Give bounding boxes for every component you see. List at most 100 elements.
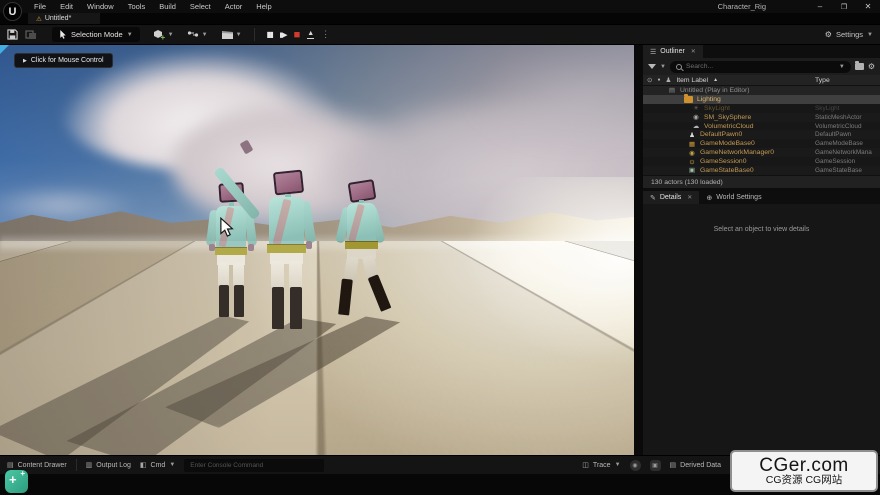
add-cube-icon: + [153, 29, 165, 41]
outliner-row[interactable]: Untitled (Play in Editor) [643, 86, 880, 95]
outliner-panel: ☰ Outliner ✕ ▼ ▼ ⚙ ⊙ ● ♟ It [643, 45, 880, 188]
play-control-icon[interactable] [321, 29, 330, 40]
belt [215, 247, 247, 255]
menu-item[interactable]: Tools [128, 2, 146, 11]
close-icon[interactable]: ✕ [687, 194, 692, 201]
outliner-row[interactable]: SkyLight SkyLight [643, 103, 880, 113]
window-controls [808, 2, 880, 11]
unreal-editor-window: U File Edit Window Tools Build Select Actor Hel… [0, 0, 880, 495]
window-control-icon[interactable] [832, 2, 856, 11]
character-walking[interactable] [332, 179, 398, 325]
close-icon[interactable]: ✕ [691, 48, 696, 55]
boot [367, 274, 392, 312]
selection-mode-dropdown[interactable]: Selection Mode ▼ [52, 27, 140, 42]
cinematics-dropdown[interactable]: ▼ [221, 30, 242, 40]
trace-dropdown[interactable]: ◫ Trace ▼ [582, 461, 620, 470]
search-input[interactable] [685, 63, 835, 70]
actor-type: DefaultPawn [815, 131, 852, 139]
actor-label: SM_SkySphere [704, 113, 752, 121]
warning-icon: ⚠ [36, 15, 42, 23]
blueprints-dropdown[interactable]: ▼ [187, 30, 208, 40]
watermark-subtitle: CG资源 CG网站 [765, 474, 843, 487]
cmd-dropdown[interactable]: ◧ Cmd ▼ [140, 461, 176, 470]
menu-item[interactable]: Window [87, 2, 114, 11]
search-icon [675, 63, 682, 70]
snapshot-icon[interactable]: ▣ [649, 459, 661, 471]
menu-item[interactable]: Select [190, 2, 211, 11]
play-control-icon[interactable] [294, 29, 301, 41]
type-column[interactable]: Type [815, 77, 830, 84]
outliner-search-box[interactable]: ▼ [669, 60, 851, 73]
outliner-row[interactable]: Lighting [643, 93, 880, 104]
tab-world-settings[interactable]: ⊕ World Settings [699, 191, 768, 204]
mouse-control-button[interactable]: ▶ Click for Mouse Control [14, 53, 113, 68]
outliner-rows: Untitled (Play in Editor) Lighting SkyLi… [643, 86, 880, 175]
actor-type: GameNetworkMana [815, 149, 872, 157]
outliner-row[interactable]: DefaultPawn0 DefaultPawn [643, 130, 880, 140]
outliner-row[interactable]: GameModeBase0 GameModeBase [643, 139, 880, 149]
console-command-input[interactable] [184, 458, 325, 472]
window-control-icon[interactable] [856, 2, 880, 11]
chevron-down-icon: ▼ [169, 462, 176, 468]
details-empty-state: Select an object to view details [643, 204, 880, 233]
output-log-icon: ▥ [85, 462, 93, 469]
leg [289, 261, 302, 289]
character-waving[interactable] [213, 139, 326, 331]
insights-icon[interactable]: ◉ [629, 459, 641, 471]
save-button[interactable] [7, 29, 18, 40]
actor-type-icon [691, 113, 701, 121]
play-control-icon[interactable] [279, 31, 286, 39]
chevron-down-icon[interactable]: ▼ [839, 64, 845, 70]
actor-type-icon [687, 158, 697, 166]
outliner-row[interactable]: SM_SkySphere StaticMeshActor [643, 112, 880, 122]
content-drawer-button[interactable]: ▤ Content Drawer [7, 461, 67, 470]
item-label-column[interactable]: Item Label [676, 77, 708, 84]
mouse-cursor [219, 216, 235, 244]
outliner-row[interactable]: GameStateBase0 GameStateBase [643, 166, 880, 175]
outliner-row[interactable]: VolumetricCloud VolumetricCloud [643, 121, 880, 131]
derived-data-button[interactable]: ▤ Derived Data [670, 461, 721, 470]
outliner-tab-bar: ☰ Outliner ✕ [643, 45, 880, 58]
visibility-eye-icon[interactable]: ⊙ [647, 76, 652, 84]
menu-item[interactable]: Actor [225, 2, 243, 11]
window-control-icon[interactable] [808, 2, 832, 11]
actor-type: GameModeBase [815, 140, 863, 148]
actor-label: GameModeBase0 [700, 140, 755, 148]
menu-item[interactable]: Build [159, 2, 176, 11]
play-control-icon[interactable] [307, 30, 314, 39]
globe-icon: ⊕ [706, 194, 713, 202]
pin-icon[interactable]: ● [657, 77, 660, 83]
selection-mode-label: Selection Mode [71, 30, 123, 39]
leg [218, 263, 229, 287]
actor-label: DefaultPawn0 [700, 131, 743, 139]
level-tab[interactable]: ⚠ Untitled* [28, 13, 100, 24]
play-control-icon[interactable] [267, 30, 273, 39]
menu-item[interactable]: File [34, 2, 46, 11]
outliner-row[interactable]: GameSession0 GameSession [643, 157, 880, 167]
outliner-row[interactable]: GameNetworkManager0 GameNetworkMana [643, 148, 880, 158]
watermark: CGer.com CG资源 CG网站 [730, 450, 878, 492]
tab-details[interactable]: ✎ Details ✕ [643, 191, 700, 204]
menu-item[interactable]: Edit [60, 2, 73, 11]
level-viewport[interactable]: ▶ Click for Mouse Control [0, 45, 634, 455]
actor-type: SkyLight [815, 104, 840, 112]
outliner-settings-icon[interactable]: ⚙ [868, 62, 875, 71]
output-log-button[interactable]: ▥ Output Log [85, 461, 131, 470]
play-controls [267, 29, 331, 41]
chevron-down-icon[interactable]: ▼ [660, 64, 666, 70]
actor-type-icon [691, 104, 701, 112]
actor-type: GameStateBase [815, 166, 862, 174]
watermark-title: CGer.com [759, 454, 849, 476]
add-actor-dropdown[interactable]: + ▼ [153, 29, 174, 41]
edit-icon: ✎ [650, 194, 656, 202]
unreal-logo-icon[interactable]: U [3, 2, 22, 21]
statusbar-right: ◫ Trace ▼ ◉ ▣ ▤ Derived Data [582, 459, 721, 471]
possess-icon[interactable]: ♟ [665, 76, 671, 84]
content-browser-button[interactable] [25, 29, 37, 40]
create-folder-icon[interactable] [854, 61, 864, 70]
menu-bar: U File Edit Window Tools Build Select Actor Hel… [0, 0, 880, 21]
menu-item[interactable]: Help [256, 2, 271, 11]
filter-icon[interactable] [648, 64, 656, 69]
tab-outliner[interactable]: ☰ Outliner ✕ [643, 45, 703, 58]
viewport-settings-dropdown[interactable]: ⚙ Settings ▼ [825, 30, 873, 39]
